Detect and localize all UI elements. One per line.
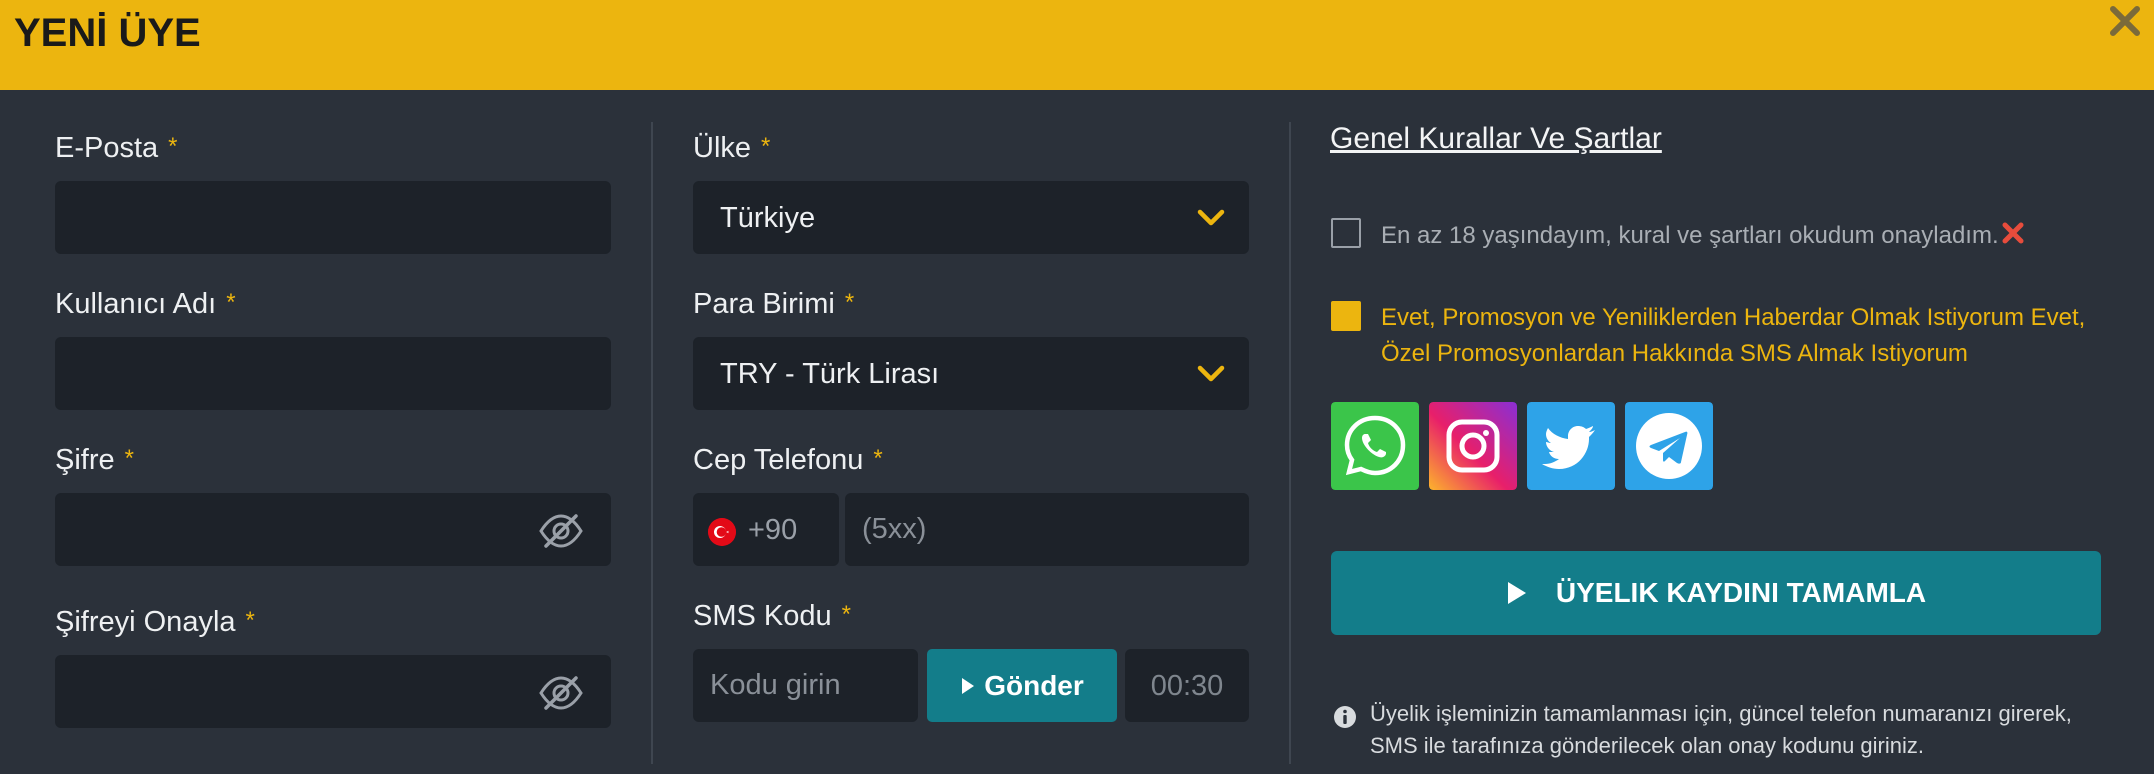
age-confirm-label: En az 18 yaşındayım, kural ve şartları o… xyxy=(1381,222,1999,249)
password-field[interactable] xyxy=(55,493,611,566)
eye-slash-icon[interactable] xyxy=(538,512,584,550)
whatsapp-icon[interactable] xyxy=(1331,402,1419,490)
phone-input[interactable] xyxy=(846,494,1248,565)
info-icon xyxy=(1334,706,1356,728)
sms-code-input[interactable] xyxy=(694,650,917,721)
eye-slash-icon[interactable] xyxy=(538,674,584,712)
column-divider xyxy=(651,122,653,764)
info-text: Üyelik işleminizin tamamlanması için, gü… xyxy=(1370,701,2072,758)
turkey-flag-icon xyxy=(708,518,736,546)
registration-form: E-Posta * Kullanıcı Adı * Şifre * Şifreyi O… xyxy=(0,90,2154,774)
play-icon xyxy=(962,677,975,694)
modal-header: YENİ ÜYE xyxy=(0,0,2154,90)
country-select[interactable]: Türkiye xyxy=(693,181,1249,254)
password-confirm-field[interactable] xyxy=(55,655,611,728)
sms-timer: 00:30 xyxy=(1125,649,1249,722)
modal-title: YENİ ÜYE xyxy=(14,11,201,55)
username-label: Kullanıcı Adı * xyxy=(55,288,236,320)
password-confirm-input[interactable] xyxy=(56,656,610,727)
promo-confirm-label: Evet, Promosyon ve Yeniliklerden Haberda… xyxy=(1381,304,2086,367)
close-icon[interactable] xyxy=(2108,4,2142,38)
complete-registration-button[interactable]: ÜYELIK KAYDINI TAMAMLA xyxy=(1331,551,2101,635)
sms-label: SMS Kodu * xyxy=(693,600,851,632)
twitter-icon[interactable] xyxy=(1527,402,1615,490)
country-code-select[interactable]: +90 xyxy=(693,493,839,566)
chevron-down-icon xyxy=(1197,365,1225,382)
currency-select[interactable]: TRY - Türk Lirası xyxy=(693,337,1249,410)
age-confirm-checkbox[interactable] xyxy=(1331,218,1361,248)
phone-label: Cep Telefonu * xyxy=(693,444,883,476)
instagram-icon[interactable] xyxy=(1429,402,1517,490)
username-input[interactable] xyxy=(56,338,610,409)
chevron-down-icon xyxy=(1197,209,1225,226)
country-label: Ülke * xyxy=(693,132,771,164)
send-code-label: Gönder xyxy=(984,669,1084,701)
currency-label: Para Birimi * xyxy=(693,288,855,320)
rules-link[interactable]: Genel Kurallar Ve Şartlar xyxy=(1330,122,1662,156)
password-input[interactable] xyxy=(56,494,610,565)
send-code-button[interactable]: Gönder xyxy=(927,649,1117,722)
password-confirm-label: Şifreyi Onayla * xyxy=(55,606,255,638)
promo-confirm-checkbox[interactable] xyxy=(1331,301,1361,331)
email-input[interactable] xyxy=(56,182,610,253)
play-icon xyxy=(1507,582,1526,604)
complete-registration-label: ÜYELIK KAYDINI TAMAMLA xyxy=(1555,577,1927,608)
phone-field[interactable] xyxy=(845,493,1249,566)
currency-value: TRY - Türk Lirası xyxy=(720,358,940,390)
email-label: E-Posta * xyxy=(55,132,178,164)
country-code: +90 xyxy=(748,514,798,546)
email-field[interactable] xyxy=(55,181,611,254)
country-value: Türkiye xyxy=(720,202,816,234)
telegram-icon[interactable] xyxy=(1625,402,1713,490)
sms-code-field[interactable] xyxy=(693,649,918,722)
username-field[interactable] xyxy=(55,337,611,410)
error-x-icon xyxy=(2002,222,2024,244)
column-divider xyxy=(1289,122,1291,764)
password-label: Şifre * xyxy=(55,444,134,476)
